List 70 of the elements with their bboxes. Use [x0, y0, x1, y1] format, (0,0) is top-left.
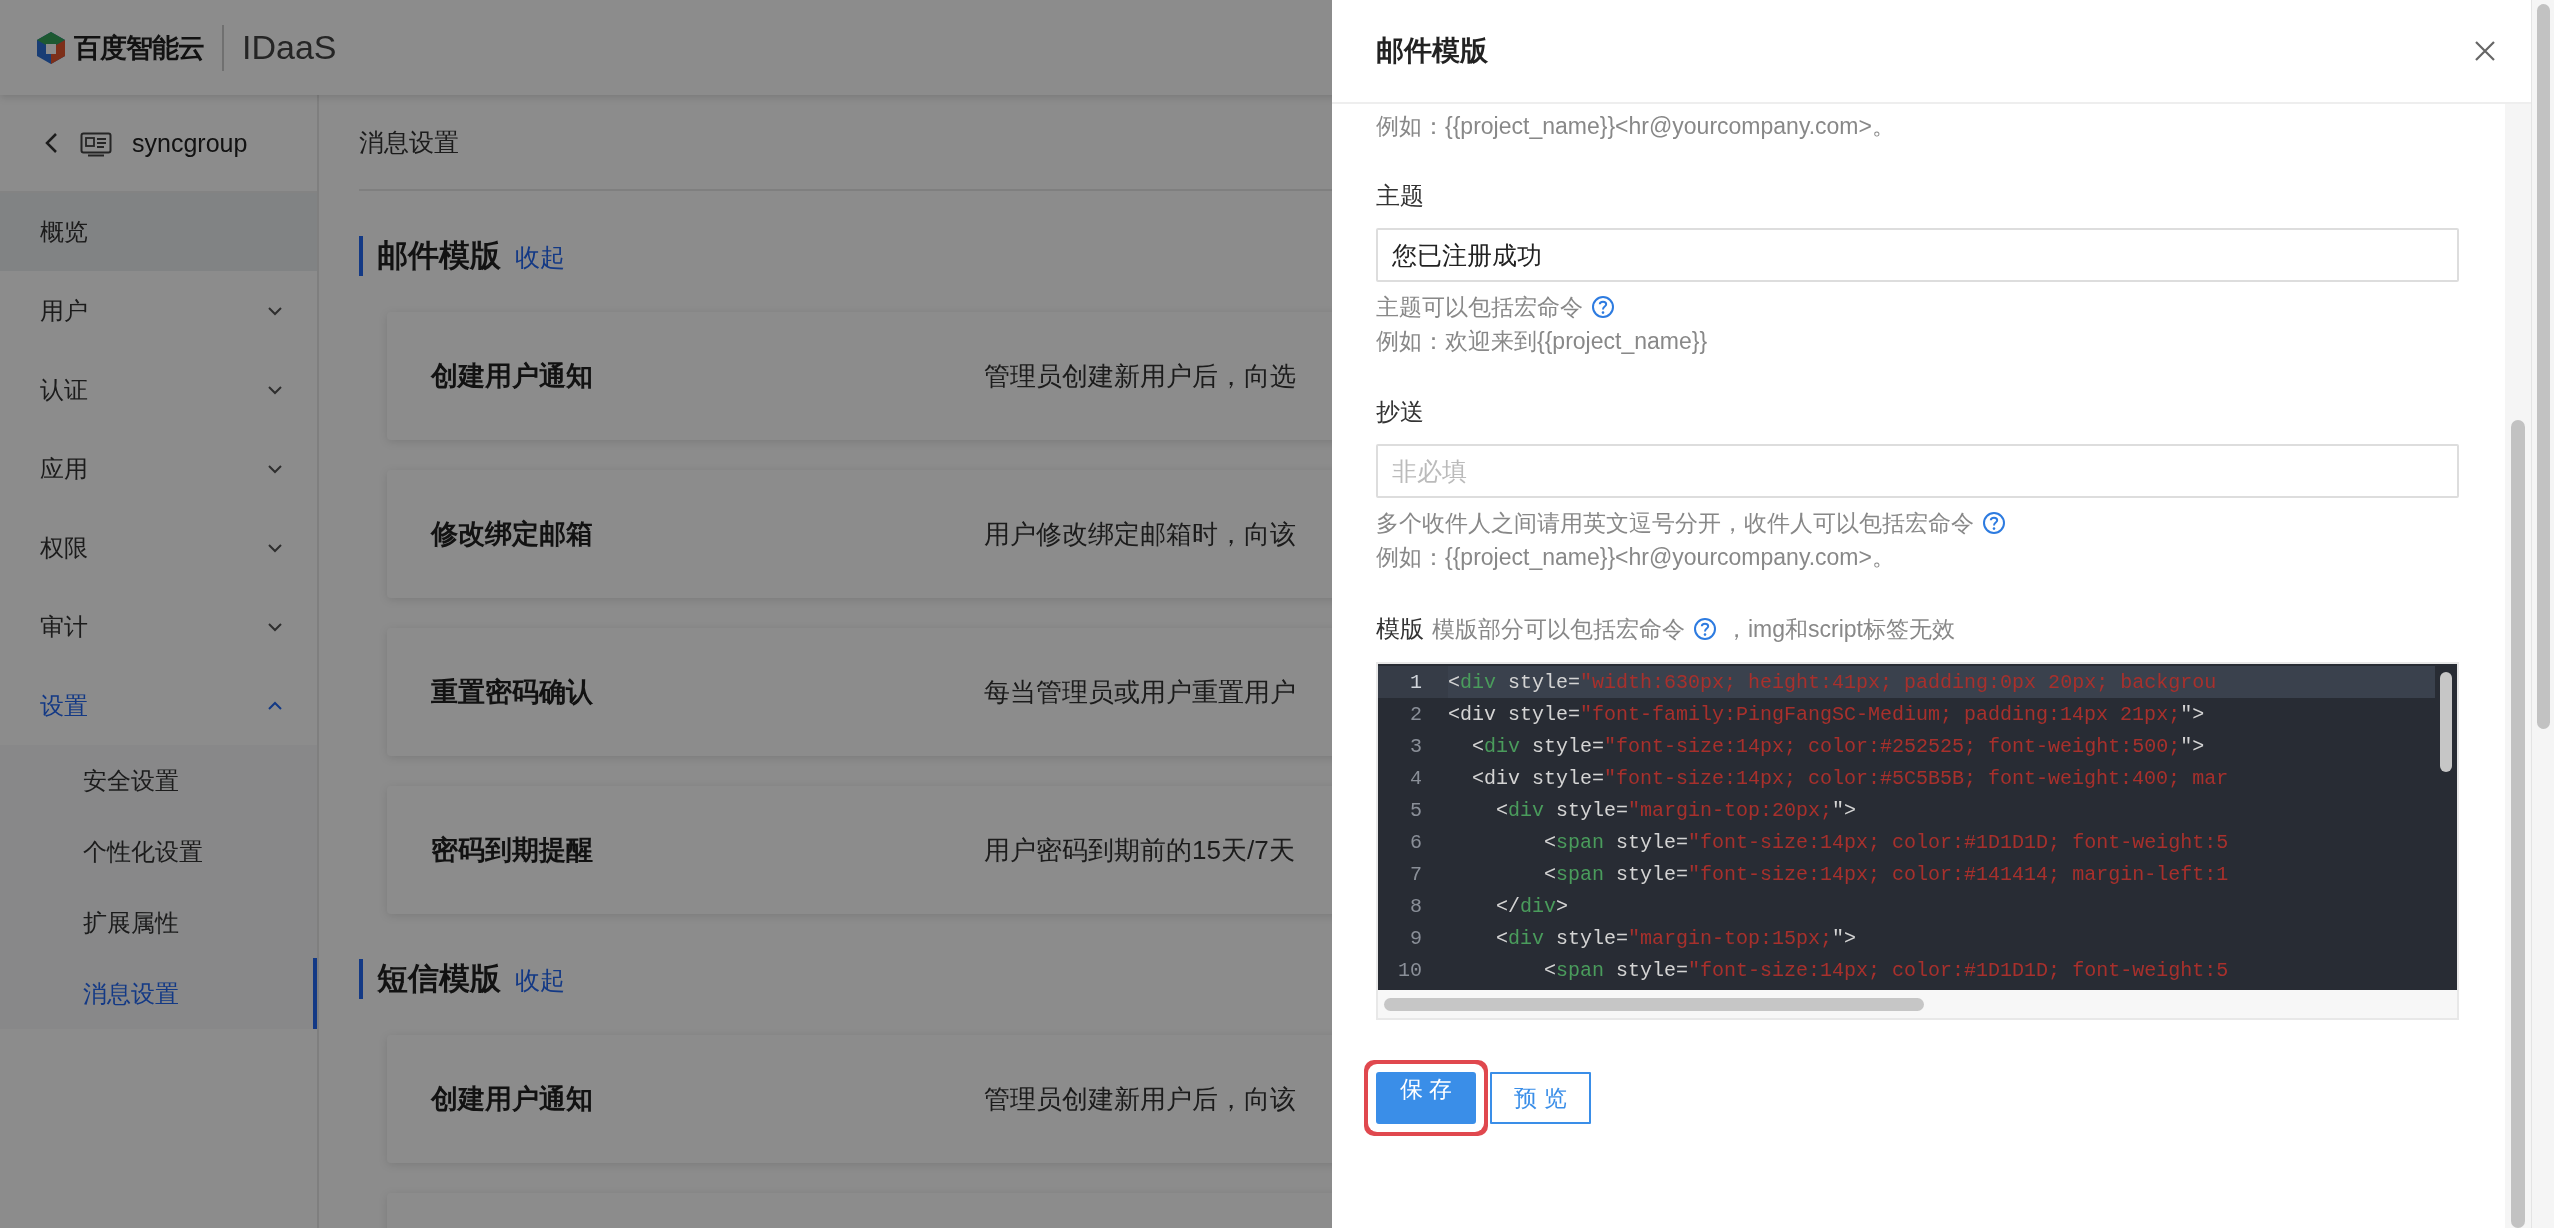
- line-number: 2: [1409, 702, 1423, 726]
- card-title: 修改绑定邮箱: [431, 518, 594, 551]
- line-number: 1: [1409, 670, 1423, 694]
- preview-button[interactable]: 预 览: [1490, 1072, 1591, 1124]
- line-number: 9: [1409, 926, 1423, 950]
- app-name: syncgroup: [132, 128, 248, 158]
- card-description: 用户密码到期前的15天/7天: [984, 833, 1295, 867]
- help-text: 例如：欢迎来到{{project_name}}: [1376, 327, 1709, 356]
- help-icon[interactable]: [1591, 295, 1615, 319]
- line-number: 4: [1409, 766, 1423, 790]
- line-number: 10: [1397, 958, 1423, 982]
- card-title: 密码到期提醒: [431, 834, 594, 867]
- code-line: <div style="font-family:PingFangSC-Medium; padding:14px 21px;">: [1448, 701, 2206, 728]
- nav-item[interactable]: 审计: [0, 587, 317, 666]
- collapse-link[interactable]: 收起: [515, 241, 565, 274]
- code-line: <span style="font-size:14px; color:#1D1D1D; font-weight:5: [1543, 957, 2230, 984]
- scrollbar-thumb[interactable]: [2536, 4, 2550, 729]
- nav-item[interactable]: 概览: [0, 193, 317, 271]
- card-title: 重置密码确认: [431, 676, 594, 709]
- nav-subitem[interactable]: 个性化设置: [0, 816, 317, 887]
- nav-subitem[interactable]: 消息设置: [0, 958, 317, 1029]
- code-line: <div style="font-size:14px; color:#5C5B5B; font-weight:400; mar: [1471, 765, 2230, 792]
- code-editor[interactable]: [1376, 662, 2459, 1020]
- nav-item[interactable]: 应用: [0, 429, 317, 508]
- code-line: <div style="margin-top:15px;">: [1495, 925, 1858, 952]
- collapse-link[interactable]: 收起: [515, 964, 565, 997]
- nav-item[interactable]: 用户: [0, 271, 317, 350]
- product-name: IDaaS: [242, 28, 337, 67]
- code-line: <div style="margin-top:20px;">: [1495, 797, 1858, 824]
- line-number: 3: [1409, 734, 1423, 758]
- help-text: 例如：{{project_name}}<hr@yourcompany.com>。: [1376, 112, 1896, 141]
- section-title: 邮件模版: [359, 236, 501, 276]
- help-text: 模版部分可以包括宏命令: [1432, 615, 1685, 644]
- field-label: 抄送: [1376, 397, 1425, 427]
- field-label: 模版: [1376, 614, 1424, 644]
- close-icon[interactable]: [2473, 39, 2497, 63]
- nav-item[interactable]: 设置: [0, 666, 317, 745]
- line-number: 7: [1409, 862, 1423, 886]
- scrollbar-thumb[interactable]: [2440, 672, 2452, 772]
- card-description: 每当管理员或用户重置用户: [984, 675, 1296, 709]
- input-field[interactable]: 您已注册成功: [1376, 228, 2459, 282]
- line-number: 5: [1409, 798, 1423, 822]
- logo-text: 百度智能云: [74, 31, 204, 65]
- help-icon[interactable]: [1982, 511, 2006, 535]
- help-icon[interactable]: [1693, 617, 1717, 641]
- input-field[interactable]: 非必填: [1376, 444, 2459, 498]
- nav-subitem[interactable]: 安全设置: [0, 745, 317, 816]
- card-description: 管理员创建新用户后，向该: [984, 1082, 1296, 1116]
- help-text: 多个收件人之间请用英文逗号分开，收件人可以包括宏命令: [1376, 509, 1974, 538]
- code-line: <span style="font-size:14px; color:#141414; margin-left:1: [1543, 861, 2230, 888]
- card-description: 管理员创建新用户后，向选: [984, 359, 1296, 393]
- scrollbar-thumb[interactable]: [1384, 997, 1924, 1011]
- card-description: 用户修改绑定邮箱时，向该: [984, 517, 1296, 551]
- section-title: 短信模版: [359, 959, 501, 999]
- cube-logo-icon: [34, 29, 68, 66]
- card-title: 创建用户通知: [431, 1083, 594, 1116]
- code-line: <span style="font-size:14px; color:#1D1D1D; font-weight:5: [1543, 829, 2230, 856]
- nav-item[interactable]: 权限: [0, 508, 317, 587]
- line-number: 6: [1409, 830, 1423, 854]
- card-title: 创建用户通知: [431, 360, 594, 393]
- drawer-title: 邮件模版: [1376, 34, 1488, 68]
- help-text: 例如：{{project_name}}<hr@yourcompany.com>。: [1376, 543, 1896, 572]
- line-number: 8: [1409, 894, 1423, 918]
- nav-subitem[interactable]: 扩展属性: [0, 887, 317, 958]
- code-line: </div>: [1495, 893, 1570, 920]
- scrollbar-thumb[interactable]: [2511, 420, 2525, 1228]
- help-text: ，img和script标签无效: [1725, 615, 1955, 644]
- nav-item[interactable]: 认证: [0, 350, 317, 429]
- code-line: <div style="font-size:14px; color:#252525; font-weight:500;">: [1471, 733, 2206, 760]
- help-text: 主题可以包括宏命令: [1376, 293, 1583, 322]
